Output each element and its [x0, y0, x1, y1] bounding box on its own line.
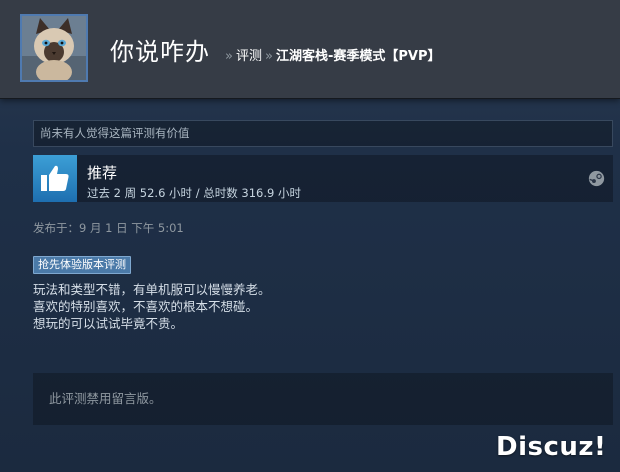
- comments-disabled-notice: 此评测禁用留言版。: [33, 373, 613, 425]
- recommendation-box: 推荐 过去 2 周 52.6 小时 / 总时数 316.9 小时: [33, 155, 613, 202]
- review-body: 玩法和类型不错，有单机服可以慢慢养老。 喜欢的特别喜欢，不喜欢的根本不想碰。 想…: [33, 281, 271, 332]
- recommendation-title[interactable]: 推荐: [87, 162, 117, 183]
- breadcrumb-game-link[interactable]: 江湖客栈-赛季模式【PVP】: [276, 49, 441, 64]
- thumbs-up-icon: [41, 165, 69, 191]
- review-line: 想玩的可以试试毕竟不贵。: [33, 316, 184, 331]
- posted-date: 发布于：9 月 1 日 下午 5:01: [33, 221, 184, 235]
- breadcrumb-separator: »: [225, 49, 233, 64]
- breadcrumb: » 评测» 江湖客栈-赛季模式【PVP】: [222, 45, 440, 64]
- steam-logo-icon: [588, 170, 605, 187]
- breadcrumb-reviews-link[interactable]: 评测: [236, 49, 262, 64]
- helpful-count-bar: 尚未有人觉得这篇评测有价值: [33, 120, 613, 147]
- early-access-badge: 抢先体验版本评测: [33, 256, 131, 274]
- review-header: 你说咋办 » 评测» 江湖客栈-赛季模式【PVP】: [0, 0, 620, 99]
- thumbs-up-badge: [33, 155, 77, 202]
- review-line: 玩法和类型不错，有单机服可以慢慢养老。: [33, 282, 271, 297]
- user-avatar[interactable]: [20, 14, 88, 82]
- persona-name[interactable]: 你说咋办: [110, 32, 210, 67]
- cat-avatar-image: [22, 16, 86, 80]
- playtime-hours: 过去 2 周 52.6 小时 / 总时数 316.9 小时: [87, 186, 301, 200]
- review-line: 喜欢的特别喜欢，不喜欢的根本不想碰。: [33, 299, 259, 314]
- breadcrumb-separator: »: [264, 49, 273, 64]
- discuz-watermark: Discuz!: [496, 432, 607, 462]
